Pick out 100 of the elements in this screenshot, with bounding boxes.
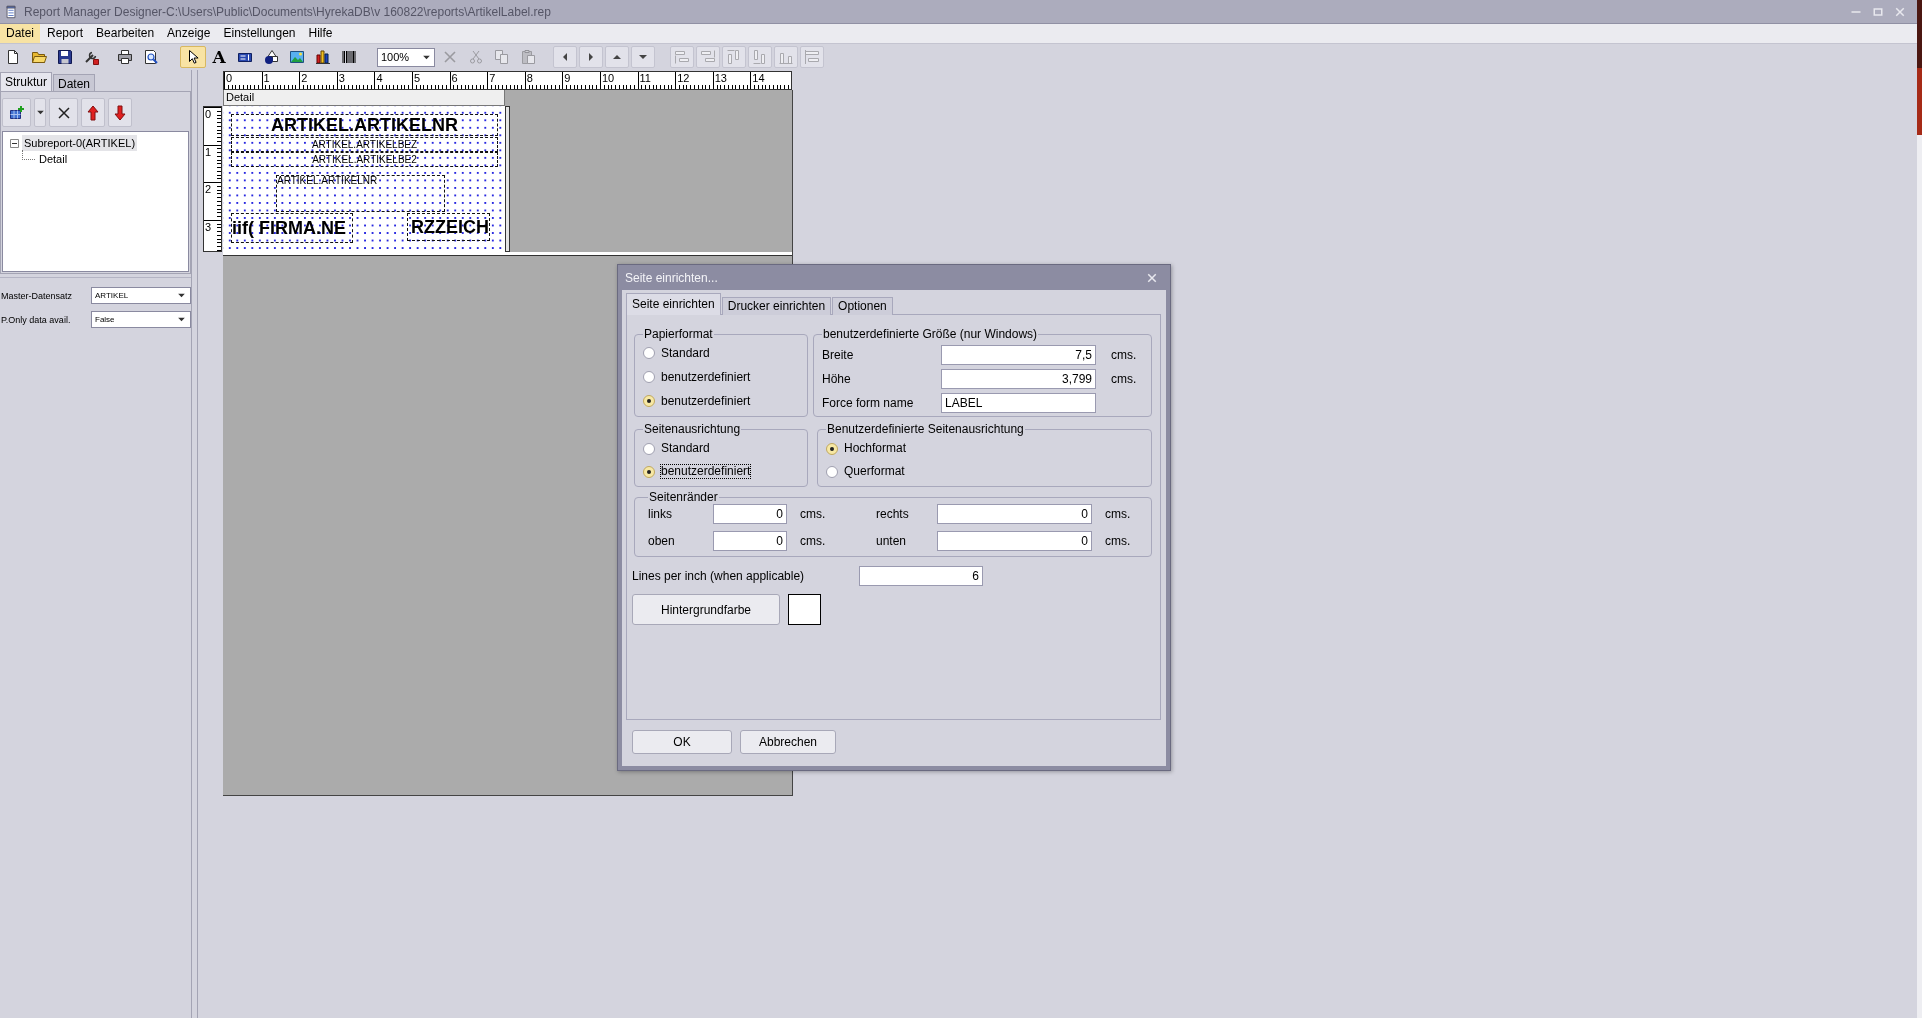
radio-button[interactable] bbox=[643, 395, 655, 407]
clipboard-icon bbox=[520, 49, 536, 65]
ruler-number: 11 bbox=[637, 72, 676, 89]
move-up-button[interactable] bbox=[605, 46, 629, 68]
panel-tab[interactable]: Daten bbox=[53, 74, 96, 91]
property-dropdown[interactable]: False bbox=[91, 311, 191, 328]
cross-icon bbox=[442, 49, 458, 65]
radio-label: benutzerdefiniert bbox=[660, 464, 752, 479]
caret-icon bbox=[177, 317, 186, 322]
input-field[interactable]: 7,5 bbox=[941, 345, 1096, 365]
dialog-tab[interactable]: Drucker einrichten bbox=[721, 297, 832, 315]
dialog-tab[interactable]: Seite einrichten bbox=[626, 293, 721, 315]
app-icon bbox=[4, 3, 18, 20]
arrow-down-icon bbox=[112, 104, 128, 121]
menu-item[interactable]: Datei bbox=[0, 24, 40, 43]
ruler-number: 2 bbox=[204, 182, 221, 220]
ruler-number: 1 bbox=[204, 144, 221, 183]
background-color-button[interactable]: Hintergrundfarbe bbox=[632, 594, 780, 625]
ruler-number: 4 bbox=[374, 72, 412, 89]
ruler-number: 14 bbox=[750, 72, 788, 89]
close-icon bbox=[1894, 5, 1906, 18]
input-field[interactable]: LABEL bbox=[941, 393, 1096, 413]
report-field[interactable]: ARTIKEL.ARTIKELBEZ bbox=[231, 137, 498, 152]
move-up-button[interactable] bbox=[81, 98, 105, 127]
dialog-button[interactable]: OK bbox=[632, 730, 732, 754]
section-header[interactable]: Detail bbox=[223, 90, 505, 106]
tree-item[interactable]: Subreport-0(ARTIKEL) bbox=[22, 135, 138, 151]
field-label: Breite bbox=[822, 348, 855, 362]
field-label: rechts bbox=[876, 507, 910, 521]
group-title: Papierformat bbox=[643, 327, 714, 341]
menu-item[interactable]: Anzeige bbox=[161, 24, 217, 43]
shapes-icon bbox=[263, 49, 279, 65]
input-field[interactable]: 6 bbox=[859, 566, 983, 586]
ruler-number: 8 bbox=[524, 72, 563, 89]
color-swatch-icon[interactable] bbox=[788, 594, 821, 625]
input-field[interactable]: 3,799 bbox=[941, 369, 1096, 389]
unit-label: cms. bbox=[1104, 507, 1132, 521]
ruler-number: 0 bbox=[224, 72, 262, 89]
report-field[interactable]: ARTIKEL.ARTIKELNR bbox=[276, 175, 445, 212]
move-down-button[interactable] bbox=[631, 46, 655, 68]
report-field[interactable]: ARTIKEL.ARTIKELBE2 bbox=[231, 152, 498, 167]
property-dropdown[interactable]: ARTIKEL bbox=[91, 287, 191, 304]
section-resize-handle[interactable] bbox=[505, 106, 510, 252]
ruler-number: 3 bbox=[336, 72, 375, 89]
ruler-number: 1 bbox=[261, 72, 300, 89]
ruler-number: 13 bbox=[712, 72, 751, 89]
radio-button[interactable] bbox=[643, 371, 655, 383]
dialog-button[interactable]: Abbrechen bbox=[740, 730, 836, 754]
field-label: links bbox=[648, 507, 673, 521]
report-field[interactable]: iif( FIRMA.NE bbox=[231, 213, 353, 243]
caret-icon bbox=[177, 293, 186, 298]
panel-tab[interactable]: Struktur bbox=[0, 72, 52, 91]
move-right-button[interactable] bbox=[579, 46, 603, 68]
input-field[interactable]: 0 bbox=[937, 531, 1092, 551]
radio-button[interactable] bbox=[643, 347, 655, 359]
property-label: Master-Datensatz bbox=[0, 290, 74, 301]
dropdown-button[interactable] bbox=[34, 98, 46, 127]
radio-label: Querformat bbox=[843, 464, 906, 479]
add-button[interactable] bbox=[2, 98, 31, 127]
ruler-number: 2 bbox=[299, 72, 337, 89]
radio-label: Hochformat bbox=[843, 441, 908, 456]
radio-button[interactable] bbox=[826, 442, 838, 455]
close-icon bbox=[1146, 271, 1158, 284]
menu-item[interactable]: Hilfe bbox=[302, 24, 339, 43]
dialog-title: Seite einrichten... bbox=[624, 270, 718, 285]
text-tool-button[interactable]: A bbox=[206, 46, 232, 68]
ruler-number: 10 bbox=[599, 72, 638, 89]
ruler-number: 0 bbox=[204, 107, 221, 145]
ruler-number: 6 bbox=[449, 72, 488, 89]
move-left-button[interactable] bbox=[553, 46, 577, 68]
pointer-tool-button[interactable] bbox=[180, 46, 206, 68]
menu-item[interactable]: Report bbox=[41, 24, 90, 43]
move-down-button[interactable] bbox=[108, 98, 132, 127]
ruler-number: 12 bbox=[675, 72, 713, 89]
scissors-icon bbox=[468, 49, 484, 65]
dialog-tab[interactable]: Optionen bbox=[832, 297, 893, 315]
alignment-icon bbox=[804, 49, 820, 65]
radio-label: benutzerdefiniert bbox=[660, 393, 752, 409]
zoom-combobox[interactable]: 100% bbox=[377, 47, 435, 67]
menu-item[interactable]: Einstellungen bbox=[217, 24, 302, 43]
tree-item[interactable]: Detail bbox=[37, 151, 70, 167]
delete-button[interactable] bbox=[49, 98, 78, 127]
unit-label: cms. bbox=[1104, 534, 1132, 548]
radio-button[interactable] bbox=[643, 442, 655, 455]
unit-label: cms. bbox=[799, 534, 827, 548]
input-field[interactable]: 0 bbox=[713, 531, 787, 551]
report-field[interactable]: ARTIKEL.ARTIKELNR bbox=[231, 114, 498, 136]
barcode-icon bbox=[341, 49, 357, 65]
ruler-number: 9 bbox=[562, 72, 600, 89]
menu-item[interactable]: Bearbeiten bbox=[90, 24, 161, 43]
input-field[interactable]: 0 bbox=[937, 504, 1092, 524]
radio-label: Standard bbox=[660, 345, 711, 361]
radio-label: benutzerdefiniert bbox=[660, 369, 752, 385]
group-title: benutzerdefinierte Größe (nur Windows) bbox=[822, 327, 1039, 341]
landscape-picture-icon bbox=[289, 49, 305, 65]
radio-button[interactable] bbox=[643, 465, 655, 478]
input-field[interactable]: 0 bbox=[713, 504, 787, 524]
radio-button[interactable] bbox=[826, 465, 838, 478]
group-title: Seitenränder bbox=[648, 490, 719, 504]
report-field[interactable]: RZZEICH bbox=[407, 213, 490, 241]
